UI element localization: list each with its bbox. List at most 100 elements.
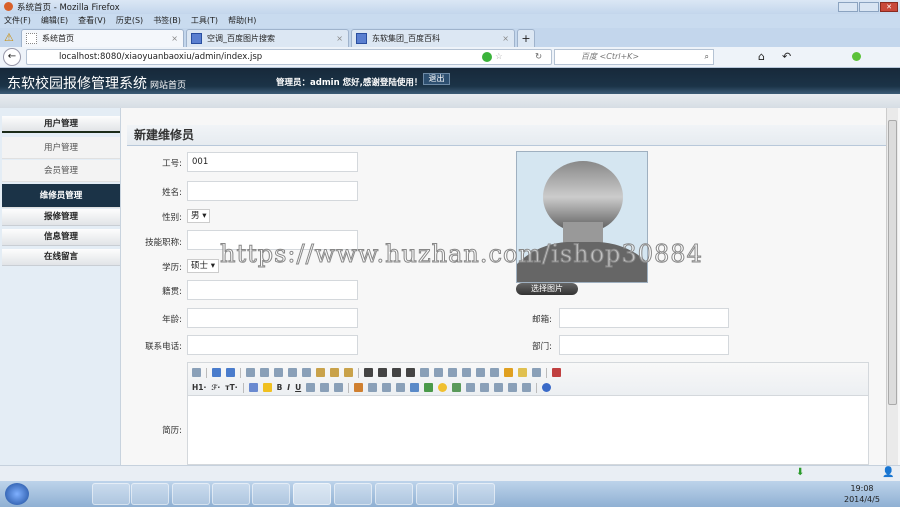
- copy-icon[interactable]: [302, 368, 311, 377]
- page-scrollbar[interactable]: [886, 108, 898, 465]
- menu-tools[interactable]: 工具(T): [191, 16, 218, 25]
- horizontal-rule-icon[interactable]: [424, 383, 434, 392]
- phone-input[interactable]: [187, 335, 358, 355]
- bookmark-star-icon[interactable]: ☆: [495, 50, 503, 64]
- menu-bookmarks[interactable]: 书签(B): [153, 16, 181, 25]
- sidebar-item-users[interactable]: 用户管理: [2, 137, 120, 159]
- browser-taskbar-icon[interactable]: [334, 483, 372, 505]
- education-select[interactable]: 硕士 ▾: [187, 259, 219, 273]
- menu-view[interactable]: 查看(V): [78, 16, 106, 25]
- download-icon[interactable]: ⬇: [796, 467, 804, 478]
- paste-text-icon[interactable]: [330, 368, 339, 377]
- align-left-icon[interactable]: [364, 368, 373, 377]
- source-icon[interactable]: [192, 368, 201, 377]
- logout-button[interactable]: 退出: [423, 73, 450, 85]
- close-tab-icon[interactable]: ×: [502, 30, 509, 47]
- name-input[interactable]: [187, 181, 358, 201]
- eclipse-taskbar-icon[interactable]: [375, 483, 413, 505]
- bold-button[interactable]: B: [277, 383, 283, 392]
- anchor-icon[interactable]: [494, 383, 504, 392]
- sidebar-item-repairmen[interactable]: 维修员管理: [2, 184, 120, 208]
- home-icon[interactable]: ⌂: [758, 50, 765, 63]
- highlight-icon[interactable]: [262, 383, 272, 392]
- back-button[interactable]: ←: [3, 48, 21, 66]
- sidebar-group-info[interactable]: 信息管理: [2, 229, 120, 246]
- unlink-icon[interactable]: [522, 383, 532, 392]
- system-clock[interactable]: 19:08 2014/4/5: [844, 483, 880, 505]
- outdent-icon[interactable]: [462, 368, 471, 377]
- email-input[interactable]: [559, 308, 729, 328]
- age-input[interactable]: [187, 308, 358, 328]
- emoticon-icon[interactable]: [438, 383, 448, 392]
- eraser-icon[interactable]: [334, 383, 344, 392]
- close-tab-icon[interactable]: ×: [336, 30, 343, 47]
- resume-editor[interactable]: H1· ℱ· тT· BIU: [187, 362, 869, 465]
- underline-button[interactable]: U: [295, 383, 301, 392]
- code-icon[interactable]: [466, 383, 476, 392]
- heading-button[interactable]: H1·: [192, 383, 206, 392]
- select-all-icon[interactable]: [532, 368, 541, 377]
- map-icon[interactable]: [452, 383, 462, 392]
- font-size-button[interactable]: тT·: [225, 383, 237, 392]
- go-icon[interactable]: [482, 52, 492, 62]
- sidebar-group-repair[interactable]: 报修管理: [2, 209, 120, 226]
- id-input[interactable]: 001: [187, 152, 358, 172]
- format-painter-icon[interactable]: [518, 368, 527, 377]
- paste-icon[interactable]: [316, 368, 325, 377]
- image-icon[interactable]: [354, 383, 364, 392]
- menu-edit[interactable]: 编辑(E): [41, 16, 68, 25]
- clear-format-icon[interactable]: [504, 368, 513, 377]
- menu-help[interactable]: 帮助(H): [228, 16, 256, 25]
- sidebar-item-members[interactable]: 会员管理: [2, 160, 120, 182]
- search-input[interactable]: 百度 <Ctrl+K> ⌕: [554, 49, 714, 65]
- undo-icon[interactable]: ↶: [782, 50, 791, 63]
- home-link[interactable]: 网站首页: [150, 81, 186, 91]
- fullscreen-icon[interactable]: [552, 368, 561, 377]
- paste-word-icon[interactable]: [344, 368, 353, 377]
- start-button[interactable]: [5, 483, 29, 505]
- title-input[interactable]: [187, 230, 358, 250]
- media-taskbar-icon[interactable]: [131, 483, 169, 505]
- redo-icon[interactable]: [226, 368, 235, 377]
- tab-baidu-baike[interactable]: 东软集团_百度百科 ×: [351, 29, 515, 47]
- cut-icon[interactable]: [288, 368, 297, 377]
- flash-icon[interactable]: [368, 383, 378, 392]
- italic-button[interactable]: I: [287, 383, 290, 392]
- media-icon[interactable]: [382, 383, 392, 392]
- table-icon[interactable]: [410, 383, 420, 392]
- align-center-icon[interactable]: [378, 368, 387, 377]
- firefox-taskbar-icon[interactable]: [293, 483, 331, 505]
- app-taskbar-icon[interactable]: [212, 483, 250, 505]
- subscript-icon[interactable]: [476, 368, 485, 377]
- preview-icon[interactable]: [246, 368, 255, 377]
- ie-taskbar-icon[interactable]: [92, 483, 130, 505]
- minimize-button[interactable]: [838, 2, 858, 12]
- menu-history[interactable]: 历史(S): [116, 16, 143, 25]
- print-icon[interactable]: [260, 368, 269, 377]
- menu-file[interactable]: 文件(F): [4, 16, 31, 25]
- new-tab-button[interactable]: +: [517, 29, 535, 47]
- warning-icon[interactable]: ⚠: [4, 31, 14, 44]
- tab-baidu-images[interactable]: 空调_百度图片搜索 ×: [186, 29, 349, 47]
- chrome-taskbar-icon[interactable]: [416, 483, 454, 505]
- link-icon[interactable]: [508, 383, 518, 392]
- justify-icon[interactable]: [406, 368, 415, 377]
- word-taskbar-icon[interactable]: [457, 483, 495, 505]
- attachment-icon[interactable]: [396, 383, 406, 392]
- line-height-icon[interactable]: [320, 383, 330, 392]
- strikethrough-icon[interactable]: [306, 383, 316, 392]
- superscript-icon[interactable]: [490, 368, 499, 377]
- dept-input[interactable]: [559, 335, 729, 355]
- origin-input[interactable]: [187, 280, 358, 300]
- gender-select[interactable]: 男 ▾: [187, 209, 211, 223]
- sidebar-group-messages[interactable]: 在线留言: [2, 249, 120, 266]
- tab-home[interactable]: 系统首页 ×: [21, 29, 184, 47]
- restore-button[interactable]: [859, 2, 879, 12]
- app2-taskbar-icon[interactable]: [252, 483, 290, 505]
- close-button[interactable]: ✕: [880, 2, 898, 12]
- chat-icon[interactable]: [852, 52, 861, 61]
- indent-icon[interactable]: [448, 368, 457, 377]
- search-icon[interactable]: ⌕: [705, 50, 709, 64]
- close-tab-icon[interactable]: ×: [171, 30, 178, 47]
- align-right-icon[interactable]: [392, 368, 401, 377]
